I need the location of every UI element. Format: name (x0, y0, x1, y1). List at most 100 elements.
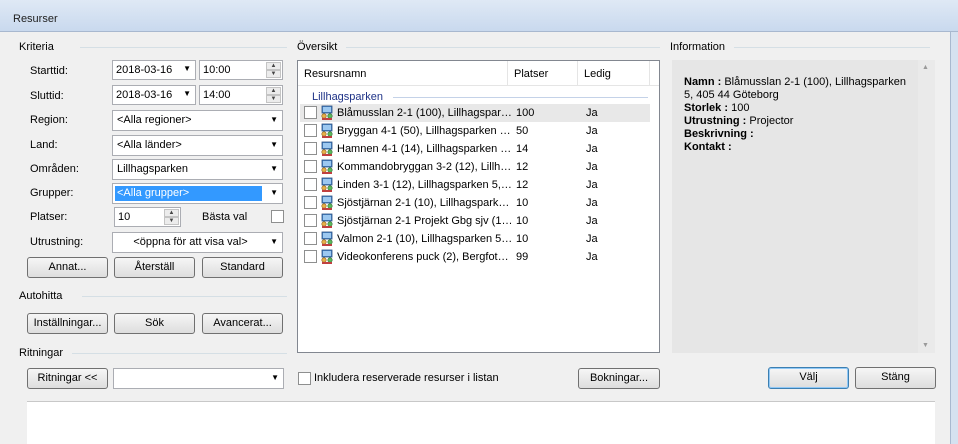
row-checkbox[interactable] (304, 196, 317, 209)
row-checkbox[interactable] (304, 178, 317, 191)
list-group-line (393, 97, 648, 98)
row-checkbox[interactable] (304, 124, 317, 137)
reset-button[interactable]: Återställ (114, 257, 195, 278)
chevron-down-icon[interactable]: ▼ (270, 115, 278, 124)
info-equipment: Utrustning : Projector (684, 115, 914, 128)
row-checkbox[interactable] (304, 250, 317, 263)
row-name: Linden 3-1 (12), Lillhagsparken 5, 405 4… (337, 179, 513, 191)
region-select[interactable]: <Alla regioner> ▼ (112, 110, 283, 131)
resource-list[interactable]: Resursnamn Platser Ledig Lillhagsparken … (297, 60, 660, 353)
row-free: Ja (586, 125, 598, 137)
row-name: Sjöstjärnan 2-1 Projekt Gbg sjv (10), Li… (337, 215, 513, 227)
info-equipment-value: Projector (749, 115, 794, 127)
scroll-up-icon[interactable]: ▲ (922, 64, 929, 71)
row-seats: 50 (516, 125, 529, 137)
row-free: Ja (586, 197, 598, 209)
information-panel: Namn : Blåmusslan 2-1 (100), Lillhagspar… (672, 60, 935, 353)
areas-value: Lillhagsparken (117, 163, 188, 175)
standard-button[interactable]: Standard (202, 257, 283, 278)
row-checkbox[interactable] (304, 160, 317, 173)
country-select[interactable]: <Alla länder> ▼ (112, 135, 283, 156)
room-resource-icon (319, 123, 335, 139)
close-button[interactable]: Stäng (855, 367, 936, 389)
list-item[interactable]: Kommandobryggan 3-2 (12), Lillhagsparken… (300, 158, 650, 176)
drawings-toggle-button[interactable]: Ritningar << (27, 368, 108, 389)
row-name: Sjöstjärnan 2-1 (10), Lillhagsparken 5, … (337, 197, 513, 209)
end-time-value: 14:00 (203, 89, 231, 101)
row-free: Ja (586, 215, 598, 227)
room-resource-icon (319, 177, 335, 193)
spin-down-icon[interactable]: ▼ (266, 70, 281, 78)
start-date-picker[interactable]: 2018-03-16 ▼ (112, 60, 196, 80)
room-resource-icon (319, 231, 335, 247)
choose-button[interactable]: Välj (768, 367, 849, 389)
areas-select[interactable]: Lillhagsparken ▼ (112, 159, 283, 180)
spin-up-icon[interactable]: ▲ (266, 87, 281, 95)
row-free: Ja (586, 233, 598, 245)
info-size: Storlek : 100 (684, 102, 914, 115)
bookings-button[interactable]: Bokningar... (578, 368, 660, 389)
window-title: Resurser (13, 13, 58, 25)
groups-select[interactable]: <Alla grupper> ▼ (112, 183, 283, 204)
room-resource-icon (319, 249, 335, 265)
row-seats: 10 (516, 233, 529, 245)
list-item[interactable]: Sjöstjärnan 2-1 Projekt Gbg sjv (10), Li… (300, 212, 650, 230)
information-group-title: Information (670, 41, 732, 53)
autohitta-advanced-button[interactable]: Avancerat... (202, 313, 283, 334)
row-checkbox[interactable] (304, 214, 317, 227)
list-item[interactable]: Valmon 2-1 (10), Lillhagsparken 5, 405 4… (300, 230, 650, 248)
chevron-down-icon[interactable]: ▼ (271, 373, 279, 382)
row-name: Valmon 2-1 (10), Lillhagsparken 5, 405 4… (337, 233, 513, 245)
chevron-down-icon[interactable]: ▼ (183, 89, 191, 98)
end-time-label: Sluttid: (30, 90, 64, 102)
column-header-seats[interactable]: Platser (508, 61, 578, 86)
spin-down-icon[interactable]: ▼ (164, 217, 179, 225)
drawings-select[interactable]: ▼ (113, 368, 284, 389)
row-seats: 10 (516, 215, 529, 227)
row-checkbox[interactable] (304, 232, 317, 245)
info-contact-label: Kontakt : (684, 141, 732, 153)
info-scrollbar[interactable]: ▲ ▼ (918, 60, 935, 353)
info-name: Namn : Blåmusslan 2-1 (100), Lillhagspar… (684, 76, 914, 102)
start-time-spinner[interactable]: 10:00 ▲ ▼ (199, 60, 283, 80)
column-header-name[interactable]: Resursnamn (298, 61, 508, 86)
seats-spinner[interactable]: 10 ▲ ▼ (114, 207, 181, 227)
spin-down-icon[interactable]: ▼ (266, 95, 281, 103)
end-date-picker[interactable]: 2018-03-16 ▼ (112, 85, 196, 105)
chevron-down-icon[interactable]: ▼ (270, 164, 278, 173)
row-free: Ja (586, 179, 598, 191)
row-seats: 12 (516, 161, 529, 173)
window-frame-right (950, 32, 958, 444)
list-item[interactable]: Bryggan 4-1 (50), Lillhagsparken 5, 405 … (300, 122, 650, 140)
list-item[interactable]: Hamnen 4-1 (14), Lillhagsparken 5, 405 4… (300, 140, 650, 158)
info-description: Beskrivning : (684, 128, 914, 141)
autohitta-settings-button[interactable]: Inställningar... (27, 313, 108, 334)
best-choice-label: Bästa val (202, 211, 248, 223)
room-resource-icon (319, 141, 335, 157)
equipment-select[interactable]: <öppna för att visa val> ▼ (112, 232, 283, 253)
equipment-value: <öppna för att visa val> (133, 236, 248, 248)
scroll-down-icon[interactable]: ▼ (922, 342, 929, 349)
resource-list-header: Resursnamn Platser Ledig (298, 61, 659, 86)
list-item[interactable]: Sjöstjärnan 2-1 (10), Lillhagsparken 5, … (300, 194, 650, 212)
chevron-down-icon[interactable]: ▼ (270, 140, 278, 149)
list-item[interactable]: Linden 3-1 (12), Lillhagsparken 5, 405 4… (300, 176, 650, 194)
row-checkbox[interactable] (304, 106, 317, 119)
include-reserved-checkbox[interactable] (298, 372, 311, 385)
list-item[interactable]: Videokonferens puck (2), Bergfotsgatan, … (300, 248, 650, 266)
spin-up-icon[interactable]: ▲ (266, 62, 281, 70)
info-size-value: 100 (731, 102, 750, 114)
end-time-spinner[interactable]: 14:00 ▲ ▼ (199, 85, 283, 105)
list-item[interactable]: Blåmusslan 2-1 (100), Lillhagsparken 5, … (300, 104, 650, 122)
best-choice-checkbox[interactable] (271, 210, 284, 223)
chevron-down-icon[interactable]: ▼ (270, 188, 278, 197)
other-button[interactable]: Annat... (27, 257, 108, 278)
row-checkbox[interactable] (304, 142, 317, 155)
chevron-down-icon[interactable]: ▼ (270, 237, 278, 246)
autohitta-search-button[interactable]: Sök (114, 313, 195, 334)
chevron-down-icon[interactable]: ▼ (183, 64, 191, 73)
column-header-free[interactable]: Ledig (578, 61, 650, 86)
spin-up-icon[interactable]: ▲ (164, 209, 179, 217)
row-free: Ja (586, 161, 598, 173)
info-name-label: Namn : (684, 76, 722, 88)
